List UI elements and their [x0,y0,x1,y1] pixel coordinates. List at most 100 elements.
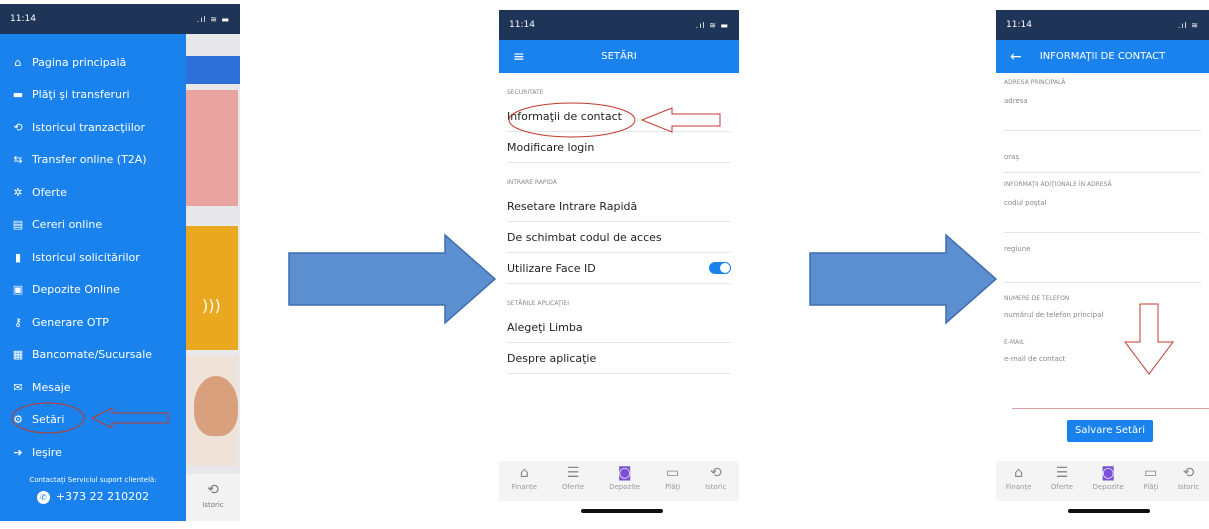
background-promo-photo [186,356,238,466]
contact-form: ADRESA PRINCIPALĂ adresa oraş INFORMAŢII… [996,73,1209,377]
phone-icon: ✆ [36,490,50,504]
tab-label: Istoric [1177,483,1200,491]
tab-label: Depozite [609,483,641,491]
menu-item-label: Bancomate/Sucursale [32,348,153,362]
settings-section-header: SETĂRILE APLICAŢIEI [507,300,570,307]
menu-item-2[interactable]: ▬ Plăţi şi transferuri [10,79,152,112]
tab-3[interactable]: ◙ Depozite [609,461,640,501]
annotation-down-arrow [1124,303,1174,375]
tab-1[interactable]: ⌂ Finanțe [511,461,537,501]
status-bar: 11:14 .ıl ≋ [996,10,1209,40]
postal-code-field[interactable]: codul poştal [1004,193,1201,233]
tab-2[interactable]: ☰ Oferte [562,461,584,501]
home-indicator [581,509,663,513]
menu-screen: ))) ⟲ Istoric 11:14 .ıl ≋ ▬ ⌂ Pagina princ… [0,4,240,521]
annotation-contact-highlight [508,102,721,138]
save-settings-button[interactable]: Salvare Setări [1067,420,1153,442]
menu-item-label: Cereri online [32,218,103,232]
tab-5[interactable]: ⟲ Istoric [705,461,726,501]
tab-label: Oferte [1050,483,1074,491]
history-icon: ⟲ [1182,465,1195,481]
settings-row-label: Resetare Intrare Rapidă [507,199,638,213]
annotation-underline [1012,408,1209,409]
menu-item-label: Plăţi şi transferuri [32,88,130,102]
transfer-icon: ⇆ [13,153,23,167]
home-icon: ⌂ [1014,465,1024,481]
tab-5[interactable]: ⟲ Istoric [1178,461,1199,501]
history-icon: ⟲ [207,482,219,498]
settings-row[interactable]: Alegeţi Limba [507,312,731,343]
background-promo-image [186,90,238,206]
region-field[interactable]: regiune [1004,233,1201,283]
city-field[interactable]: oraş [1004,131,1201,173]
offers-icon: ☰ [566,465,580,481]
home-icon: ⌂ [519,465,529,481]
signal-battery-icon: .ıl ≋ [1177,20,1199,30]
extra-address-header: INFORMAŢII ADIŢIONALE ÎN ADRESĂ [1004,181,1112,188]
support-text: Contactaţi Serviciul suport clientelă: [29,476,157,484]
tab-4[interactable]: ▭ Plăţi [665,461,680,501]
menu-item-13[interactable]: ➔ Ieşire [10,436,152,469]
deposit-icon: ◙ [1101,465,1115,481]
signal-battery-icon: .ıl ≋ ▬ [196,14,230,24]
card-icon: ▬ [12,88,24,102]
menu-item-label: Pagina principală [32,55,127,69]
settings-row-label: Utilizare Face ID [507,261,596,275]
tab-label: Oferte [562,483,585,491]
menu-item-label: Transfer online (T2A) [32,153,147,167]
tab-label: Finanțe [511,483,538,491]
tab-1[interactable]: ⌂ Finanțe [1006,461,1032,501]
tab-label: Depozite [1092,483,1124,491]
background-promo-card: ))) [186,226,238,350]
tab-2[interactable]: ☰ Oferte [1051,461,1073,501]
tab-3[interactable]: ◙ Depozite [1093,461,1124,501]
menu-item-6[interactable]: ▤ Cereri online [10,209,152,242]
offers-icon: ✲ [13,185,23,199]
menu-item-4[interactable]: ⇆ Transfer online (T2A) [10,144,152,177]
menu-item-label: Istoricul solicitărilor [32,250,140,264]
page-title: INFORMAŢII DE CONTACT [1039,51,1166,62]
face-id-toggle[interactable] [709,262,731,274]
menu-item-11[interactable]: ✉ Mesaje [10,371,152,404]
deposit-icon: ▣ [12,283,24,297]
wallet-icon: ▭ [666,465,680,481]
menu-item-8[interactable]: ▣ Depozite Online [10,274,152,307]
settings-row-label: Despre aplicaţie [507,351,597,365]
status-time: 11:14 [1006,20,1032,30]
status-bar: 11:14 .ıl ≋ ▬ [0,4,240,34]
menu-item-3[interactable]: ⟲ Istoricul tranzacţiilor [10,111,152,144]
settings-row[interactable]: De schimbat codul de acces [507,222,731,253]
menu-item-9[interactable]: ⚷ Generare OTP [10,306,152,339]
page-title: SETĂRI [601,51,637,62]
mail-icon: ✉ [13,380,23,394]
menu-item-7[interactable]: ▮ Istoricul solicitărilor [10,241,152,274]
home-icon: ⌂ [14,55,22,69]
support-phone-link[interactable]: ✆ +373 22 210202 [0,490,186,504]
settings-row[interactable]: Despre aplicaţie [507,343,731,374]
form-icon: ▤ [12,218,24,232]
settings-row-label: Alegeţi Limba [507,320,583,334]
address-field[interactable]: adresa [1004,91,1201,131]
status-time: 11:14 [10,14,36,24]
menu-item-label: Mesaje [32,380,71,394]
settings-row[interactable]: Utilizare Face ID [507,253,731,284]
tab-label: Finanțe [1005,483,1032,491]
menu-item-5[interactable]: ✲ Oferte [10,176,152,209]
menu-item-1[interactable]: ⌂ Pagina principală [10,46,152,79]
side-menu: 11:14 .ıl ≋ ▬ ⌂ Pagina principală ▬ Plăţi ş… [0,4,240,521]
menu-item-label: Ieşire [32,445,62,459]
history-icon: ⟲ [13,120,23,134]
settings-section-header: SECURITATE [507,89,544,96]
offers-icon: ☰ [1055,465,1069,481]
tab-4[interactable]: ▭ Plăţi [1143,461,1158,501]
menu-item-10[interactable]: ▦ Bancomate/Sucursale [10,339,152,372]
exit-icon: ➔ [13,445,23,459]
home-indicator [1068,509,1150,513]
settings-row[interactable]: Resetare Intrare Rapidă [507,191,731,222]
tab-label: Plăţi [1143,483,1159,491]
status-time: 11:14 [509,20,535,30]
settings-row-label: De schimbat codul de acces [507,230,662,244]
status-bar: 11:14 .ıl ≋ ▬ [499,10,739,40]
background-tab-history: ⟲ Istoric [186,474,240,521]
annotation-settings-highlight [11,402,169,434]
